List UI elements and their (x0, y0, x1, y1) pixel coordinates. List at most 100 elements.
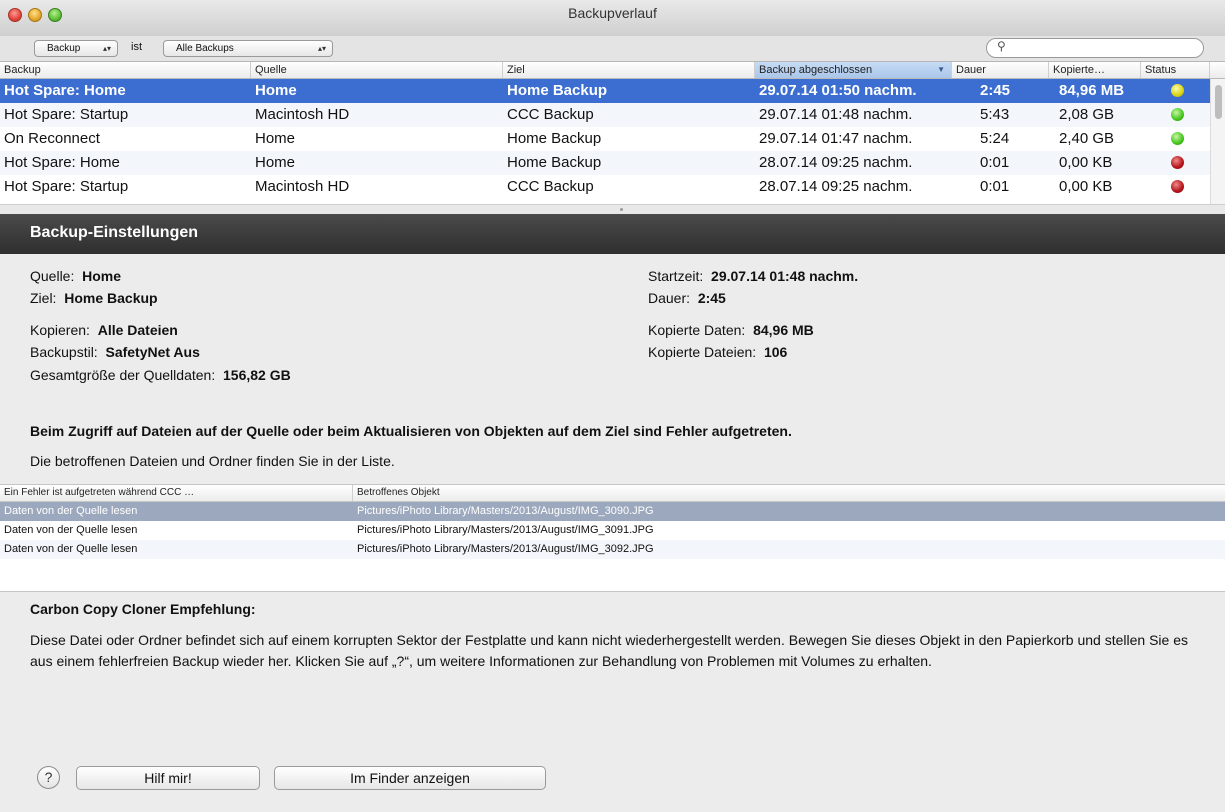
backup-history-table: Backup Quelle Ziel Backup abgeschlossen … (0, 62, 1225, 204)
info-duration-label: Dauer: (648, 290, 691, 306)
info-backup-style: Backupstil: SafetyNet Aus (30, 343, 200, 361)
cell-duration: 5:43 (980, 106, 1010, 123)
error-table: Ein Fehler ist aufgetreten während CCC …… (0, 484, 1225, 592)
table-body: Hot Spare: Home Home Home Backup 29.07.1… (0, 79, 1210, 199)
filter-value-label: Alle Backups (176, 43, 234, 54)
search-icon: ⚲ (997, 39, 1006, 53)
settings-header: Backup-Einstellungen (0, 214, 1225, 254)
cell-duration: 0:01 (980, 154, 1010, 171)
cell-copied: 2,40 GB (1059, 130, 1115, 147)
cell-error: Daten von der Quelle lesen (4, 543, 138, 555)
cell-source: Home (255, 154, 296, 171)
info-copy: Kopieren: Alle Dateien (30, 321, 178, 339)
info-duration: Dauer: 2:45 (648, 289, 726, 307)
cell-status (1141, 151, 1210, 175)
cell-copied: 0,00 KB (1059, 178, 1113, 195)
info-source-label: Quelle: (30, 268, 75, 284)
info-start-time-value: 29.07.14 01:48 nachm. (711, 268, 859, 284)
title-bar: Backupverlauf (0, 0, 1225, 37)
cell-destination: Home Backup (507, 130, 602, 147)
status-green-icon (1171, 132, 1184, 145)
cell-backup: On Reconnect (4, 130, 100, 147)
status-yellow-icon (1171, 84, 1184, 97)
settings-header-title: Backup-Einstellungen (30, 224, 199, 241)
column-header-affected-object[interactable]: Betroffenes Objekt (353, 485, 1225, 501)
info-copied-data-label: Kopierte Daten: (648, 322, 746, 338)
info-total-size: Gesamtgröße der Quelldaten: 156,82 GB (30, 366, 291, 384)
table-row[interactable]: Hot Spare: Home Home Home Backup 29.07.1… (0, 79, 1210, 103)
cell-status (1141, 127, 1210, 151)
info-backup-style-value: SafetyNet Aus (105, 344, 200, 360)
column-header-duration[interactable]: Dauer (952, 62, 1049, 78)
column-header-destination[interactable]: Ziel (503, 62, 755, 78)
error-heading: Beim Zugriff auf Dateien auf der Quelle … (30, 423, 792, 439)
column-header-status[interactable]: Status (1141, 62, 1210, 78)
info-backup-style-label: Backupstil: (30, 344, 98, 360)
cell-source: Home (255, 130, 296, 147)
search-input[interactable]: ⚲ (986, 38, 1204, 58)
status-red-icon (1171, 180, 1184, 193)
updown-arrows-icon: ▴▾ (102, 44, 111, 53)
table-row[interactable]: On Reconnect Home Home Backup 29.07.14 0… (0, 127, 1210, 151)
error-table-body: Daten von der Quelle lesen Pictures/iPho… (0, 502, 1225, 559)
error-table-header: Ein Fehler ist aufgetreten während CCC …… (0, 485, 1225, 502)
info-copy-value: Alle Dateien (97, 322, 178, 338)
cell-completed: 28.07.14 09:25 nachm. (759, 154, 913, 171)
cell-destination: Home Backup (507, 154, 602, 171)
cell-backup: Hot Spare: Home (4, 154, 120, 171)
cell-backup: Hot Spare: Home (4, 82, 126, 99)
table-row[interactable]: Hot Spare: Startup Macintosh HD CCC Back… (0, 103, 1210, 127)
cell-status (1141, 175, 1210, 199)
window-title: Backupverlauf (568, 5, 657, 21)
info-start-time: Startzeit: 29.07.14 01:48 nachm. (648, 267, 858, 285)
cell-completed: 28.07.14 09:25 nachm. (759, 178, 913, 195)
filter-bar: Backup ▴▾ ist Alle Backups ▴▾ ⚲ (0, 36, 1225, 62)
help-me-button[interactable]: Hilf mir! (76, 766, 260, 790)
info-source: Quelle: Home (30, 267, 121, 285)
backup-history-window: Backupverlauf Backup ▴▾ ist Alle Backups… (0, 0, 1225, 812)
scrollbar-thumb[interactable] (1215, 85, 1222, 119)
table-row[interactable]: Hot Spare: Startup Macintosh HD CCC Back… (0, 175, 1210, 199)
info-source-value: Home (82, 268, 122, 284)
info-copied-files: Kopierte Dateien: 106 (648, 343, 787, 361)
error-subheading: Die betroffenen Dateien und Ordner finde… (30, 453, 395, 469)
cell-duration: 5:24 (980, 130, 1010, 147)
help-question-button[interactable]: ? (37, 766, 60, 789)
info-destination-value: Home Backup (64, 290, 158, 306)
column-header-backup[interactable]: Backup (0, 62, 251, 78)
cell-copied: 84,96 MB (1059, 82, 1125, 99)
table-header: Backup Quelle Ziel Backup abgeschlossen … (0, 62, 1225, 79)
sort-descending-icon: ▼ (937, 65, 945, 74)
column-header-completed[interactable]: Backup abgeschlossen ▼ (755, 62, 952, 78)
info-start-time-label: Startzeit: (648, 268, 704, 284)
cell-affected-object: Pictures/iPhoto Library/Masters/2013/Aug… (357, 543, 654, 555)
cell-backup: Hot Spare: Startup (4, 178, 129, 195)
info-copied-data: Kopierte Daten: 84,96 MB (648, 321, 814, 339)
cell-source: Home (255, 82, 297, 99)
cell-affected-object: Pictures/iPhoto Library/Masters/2013/Aug… (357, 524, 654, 536)
cell-status (1141, 79, 1210, 103)
recommendation-title: Carbon Copy Cloner Empfehlung: (30, 601, 256, 617)
column-header-source[interactable]: Quelle (251, 62, 503, 78)
cell-error: Daten von der Quelle lesen (4, 524, 138, 536)
show-in-finder-button[interactable]: Im Finder anzeigen (274, 766, 546, 790)
filter-field-popup[interactable]: Backup ▴▾ (34, 40, 118, 57)
cell-status (1141, 103, 1210, 127)
cell-completed: 29.07.14 01:47 nachm. (759, 130, 913, 147)
table-scrollbar[interactable] (1210, 79, 1225, 204)
info-destination: Ziel: Home Backup (30, 289, 158, 307)
error-row[interactable]: Daten von der Quelle lesen Pictures/iPho… (0, 502, 1225, 521)
table-row[interactable]: Hot Spare: Home Home Home Backup 28.07.1… (0, 151, 1210, 175)
error-row[interactable]: Daten von der Quelle lesen Pictures/iPho… (0, 521, 1225, 540)
error-row[interactable]: Daten von der Quelle lesen Pictures/iPho… (0, 540, 1225, 559)
filter-operator-label: ist (131, 41, 142, 53)
cell-destination: Home Backup (507, 82, 608, 99)
cell-completed: 29.07.14 01:50 nachm. (759, 82, 917, 99)
cell-completed: 29.07.14 01:48 nachm. (759, 106, 913, 123)
cell-duration: 2:45 (980, 82, 1011, 99)
info-total-size-value: 156,82 GB (223, 367, 291, 383)
info-copied-files-value: 106 (763, 344, 788, 360)
column-header-error[interactable]: Ein Fehler ist aufgetreten während CCC … (0, 485, 353, 501)
filter-value-popup[interactable]: Alle Backups ▴▾ (163, 40, 333, 57)
column-header-copied[interactable]: Kopierte… (1049, 62, 1141, 78)
